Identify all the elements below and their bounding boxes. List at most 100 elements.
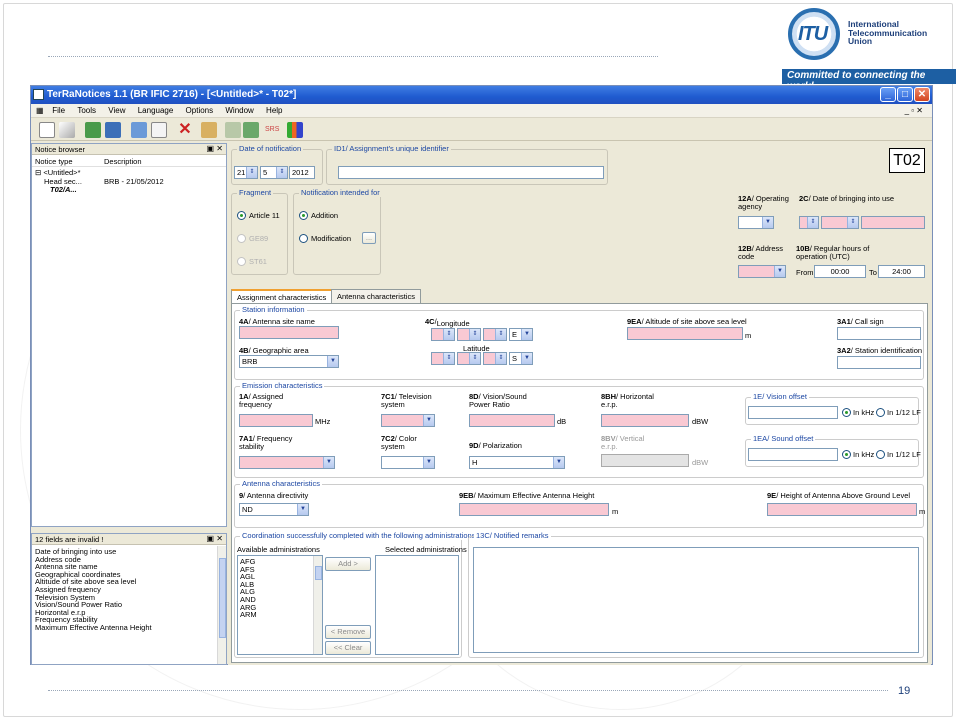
remove-admin-button[interactable]: < Remove [325,625,371,639]
add-notice-icon[interactable] [131,122,147,138]
close-button[interactable]: ✕ [914,87,930,102]
ground-height-input[interactable] [767,503,917,516]
call-sign-input[interactable] [837,327,921,340]
edit-icon[interactable] [59,122,75,138]
app-icon [33,89,44,100]
horiz-erp-label: 8BH/ Horizontal e.r.p. [601,392,654,409]
long-sec-input[interactable]: ⇕ [483,328,507,341]
menu-language[interactable]: Language [133,104,179,117]
panel-pin-close-icon[interactable]: ▣ ✕ [207,534,223,543]
menu-file[interactable]: File [47,104,70,117]
bottom-dotted-rule [48,690,888,691]
long-min-input[interactable]: ⇕ [457,328,481,341]
maximize-button[interactable]: □ [897,87,913,102]
clear-admin-button[interactable]: << Clear [325,641,371,655]
hours-from-input[interactable]: 00:00 [814,265,866,278]
vision-khz-radio[interactable] [842,408,851,417]
sound-khz-radio[interactable] [842,450,851,459]
long-deg-input[interactable]: ⇕ [431,328,455,341]
menu-options[interactable]: Options [181,104,219,117]
antenna-characteristics-group: Antenna characteristics 9/ Antenna direc… [234,479,925,528]
notif-year-input[interactable]: 2012 [289,166,315,179]
delete-icon[interactable]: ✕ [177,122,193,138]
bringing-year-input[interactable] [861,216,925,229]
lat-ns-select[interactable]: S ▼ [509,352,533,365]
book-icon[interactable] [201,122,217,138]
col-description[interactable]: Description [104,157,142,166]
max-height-input[interactable] [459,503,609,516]
validate-icon[interactable] [85,122,101,138]
sound-offset-input[interactable] [748,448,838,461]
id1-input[interactable] [338,166,604,179]
altitude-label: 9EA/ Altitude of site above sea level [627,317,747,326]
srs-icon[interactable]: SRS [265,122,281,138]
tv-system-select[interactable]: ▼ [381,414,435,427]
mdi-controls[interactable]: _ ▫ ✕ [900,104,928,117]
agency-select[interactable]: ▼ [738,216,774,229]
bringing-day-input[interactable]: ⇕ [799,216,819,229]
tab-antenna-characteristics[interactable]: Antenna characteristics [331,289,421,303]
menu-help[interactable]: Help [261,104,287,117]
chart-icon[interactable] [287,122,303,138]
directivity-label: 9/ Antenna directivity [239,491,309,500]
altitude-input[interactable] [627,327,743,340]
remarks-textarea[interactable] [473,547,919,653]
vision-offset-input[interactable] [748,406,838,419]
tree-root[interactable]: ⊟ <Untitled>* [35,168,80,177]
hours-label: 10B/ Regular hours of operation (UTC) [796,244,870,261]
lat-min-input[interactable]: ⇕ [457,352,481,365]
power-ratio-input[interactable] [469,414,555,427]
doc-icon: ▦ [36,106,44,115]
tab-assignment-characteristics[interactable]: Assignment characteristics [231,289,333,303]
tree-item-t02[interactable]: T02/A... [50,185,77,194]
modification-browse-button[interactable]: ... [362,232,376,244]
address-code-select[interactable]: ▼ [738,265,786,278]
new-icon[interactable] [39,122,55,138]
add-admin-button[interactable]: Add > [325,557,371,571]
long-ew-select[interactable]: E ▼ [509,328,533,341]
selected-administrations-list[interactable] [375,555,459,655]
vision-lf-radio[interactable] [876,408,885,417]
menu-window[interactable]: Window [220,104,258,117]
notification-for-group: Notification intended for Addition Modif… [293,188,382,275]
notif-day-input[interactable]: 21 ⇕ [234,166,258,179]
radio-addition[interactable] [299,211,308,220]
date-notification-group: Date of notification 21 ⇕ 5 ⇕ 2012 [231,144,323,185]
freq-stability-select[interactable]: ▼ [239,456,335,469]
menu-bar: ▦ File Tools View Language Options Windo… [31,104,932,118]
minimize-button[interactable]: _ [880,87,896,102]
fragment-group: Fragment Article 11 GE89 ST61 [231,188,288,275]
check-icon[interactable] [225,122,241,138]
col-notice-type[interactable]: Notice type [35,157,73,166]
title-bar[interactable]: TerRaNotices 1.1 (BR IFIC 2716) - [<Unti… [31,86,932,104]
radio-modification[interactable] [299,234,308,243]
lat-deg-input[interactable]: ⇕ [431,352,455,365]
panel-pin-close-icon[interactable]: ▣ ✕ [207,144,223,153]
bringing-month-input[interactable]: ⇕ [821,216,859,229]
invalid-list-scrollbar[interactable] [217,546,226,664]
directivity-select[interactable]: ND ▼ [239,503,309,516]
radio-article-11[interactable] [237,211,246,220]
admin-item[interactable]: ARM [240,611,320,619]
assigned-freq-input[interactable] [239,414,313,427]
color-system-label: 7C2/ Color system [381,434,417,451]
save-icon[interactable] [105,122,121,138]
admin-list-scrollbar[interactable] [313,556,322,654]
hours-to-input[interactable]: 24:00 [878,265,925,278]
horiz-erp-input[interactable] [601,414,689,427]
geo-area-select[interactable]: BRB ▼ [239,355,339,368]
notif-month-input[interactable]: 5 ⇕ [260,166,288,179]
menu-tools[interactable]: Tools [72,104,101,117]
agency-label: 12A/ Operating agency [738,194,789,211]
menu-view[interactable]: View [103,104,130,117]
lat-sec-input[interactable]: ⇕ [483,352,507,365]
graph-check-icon[interactable] [243,122,259,138]
station-id-input[interactable] [837,356,921,369]
available-administrations-list[interactable]: AFG AFS AGL ALB ALG AND ARG ARM [237,555,323,655]
polarization-select[interactable]: H ▼ [469,456,565,469]
invalid-field[interactable]: Maximum Effective Antenna Height [32,624,226,632]
sound-lf-radio[interactable] [876,450,885,459]
site-name-input[interactable] [239,326,339,339]
copy-icon[interactable] [151,122,167,138]
color-system-select[interactable]: ▼ [381,456,435,469]
